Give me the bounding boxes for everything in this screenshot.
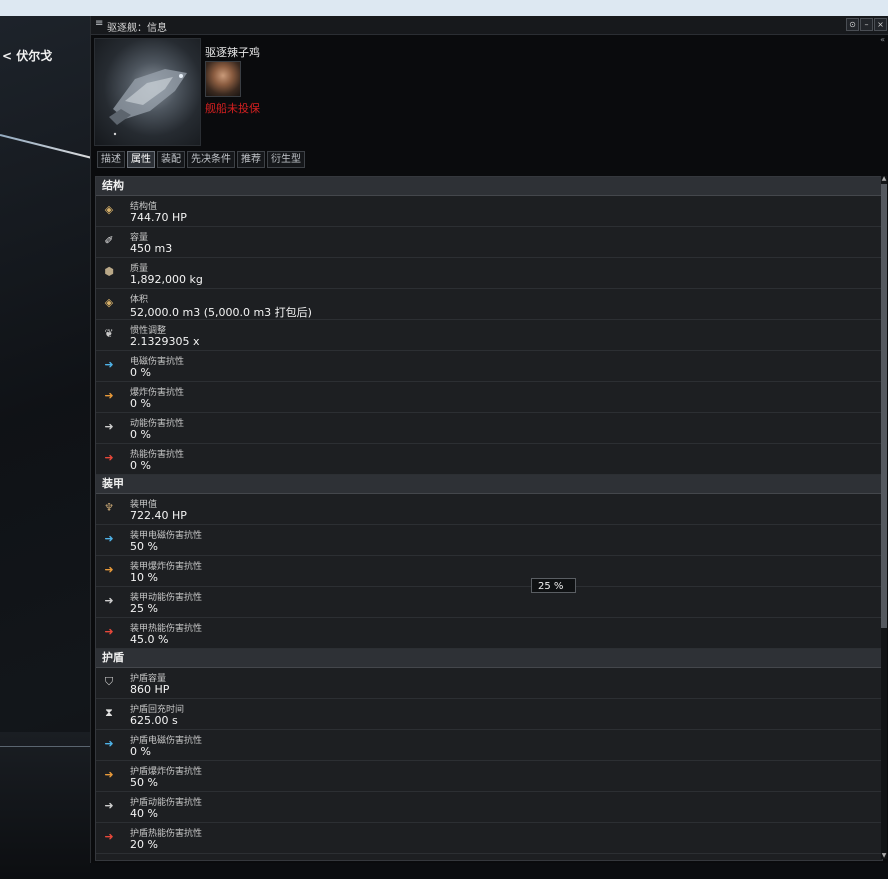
attribute-row[interactable]: ➜ 爆炸伤害抗性 0 % xyxy=(96,382,882,413)
attribute-row[interactable]: ◈ 体积 52,000.0 m3 (5,000.0 m3 打包后) xyxy=(96,289,882,320)
scroll-thumb[interactable] xyxy=(881,184,887,628)
tab-variations[interactable]: 衍生型 xyxy=(267,151,305,168)
attribute-value: 860 HP xyxy=(130,683,170,696)
minimize-button[interactable]: – xyxy=(860,18,873,31)
attribute-row[interactable]: ➜ 装甲爆炸伤害抗性 10 % xyxy=(96,556,882,587)
shield-explosive-resist-icon: ➜ xyxy=(104,768,114,781)
info-window: ≡ 驱逐舰：信息 ⊙ – × « 驱逐辣子鸡 舰船未投保 描述 属性 装配 先决… xyxy=(90,16,888,863)
tab-fitting[interactable]: 装配 xyxy=(157,151,185,168)
attribute-row[interactable]: ♆ 装甲值 722.40 HP xyxy=(96,494,882,525)
section-header-armor[interactable]: 装甲 xyxy=(96,475,882,494)
ship-name: 驱逐辣子鸡 xyxy=(205,46,260,59)
attribute-value: 52,000.0 m3 (5,000.0 m3 打包后) xyxy=(130,306,312,319)
attribute-value: 25 % xyxy=(130,602,158,615)
tab-requirements[interactable]: 先决条件 xyxy=(187,151,235,168)
window-controls: ⊙ – × xyxy=(846,18,887,31)
attribute-row[interactable]: ➜ 护盾热能伤害抗性 20 % xyxy=(96,823,882,854)
shield-capacity-icon: ⛉ xyxy=(104,675,114,688)
attribute-row[interactable]: ◈ 结构值 744.70 HP xyxy=(96,196,882,227)
attribute-value: 50 % xyxy=(130,776,158,789)
scroll-down-icon[interactable]: ▼ xyxy=(881,853,887,859)
attribute-value: 0 % xyxy=(130,366,151,379)
inertia-icon: ❦ xyxy=(104,327,114,340)
attribute-value: 2.1329305 x xyxy=(130,335,200,348)
attribute-row[interactable]: ➜ 护盾动能伤害抗性 40 % xyxy=(96,792,882,823)
capacity-icon: ✐ xyxy=(104,234,114,247)
pin-button[interactable]: ⊙ xyxy=(846,18,859,31)
attribute-value: 744.70 HP xyxy=(130,211,187,224)
window-title: 驱逐舰：信息 xyxy=(107,23,167,34)
attribute-value: 722.40 HP xyxy=(130,509,187,522)
armor-explosive-resist-icon: ➜ xyxy=(104,563,114,576)
armor-em-resist-icon: ➜ xyxy=(104,532,114,545)
back-to-region-link[interactable]: < 伏尔戈 xyxy=(2,47,52,64)
attribute-value: 0 % xyxy=(130,397,151,410)
value-tooltip: 25 % xyxy=(531,578,576,593)
attribute-row[interactable]: ➜ 装甲电磁伤害抗性 50 % xyxy=(96,525,882,556)
collapse-icon[interactable]: « xyxy=(880,35,885,44)
attribute-row[interactable]: ➜ 电磁伤害抗性 0 % xyxy=(96,351,882,382)
attribute-row[interactable]: ➜ 装甲动能伤害抗性 25 % xyxy=(96,587,882,618)
mass-icon: ⬢ xyxy=(104,265,114,278)
attribute-value: 625.00 s xyxy=(130,714,178,727)
background-floor xyxy=(0,732,90,879)
explosive-resist-icon: ➜ xyxy=(104,389,114,402)
attribute-value: 450 m3 xyxy=(130,242,173,255)
volume-icon: ◈ xyxy=(104,296,114,309)
armor-kinetic-resist-icon: ➜ xyxy=(104,594,114,607)
attributes-list[interactable]: 结构 ◈ 结构值 744.70 HP ✐ 容量 450 m3 ⬢ 质量 1,892,000 kg ◈… xyxy=(95,176,883,861)
shield-thermal-resist-icon: ➜ xyxy=(104,830,114,843)
tab-description[interactable]: 描述 xyxy=(97,151,125,168)
attribute-row[interactable]: ➜ 热能伤害抗性 0 % xyxy=(96,444,882,475)
section-header-shield[interactable]: 护盾 xyxy=(96,649,882,668)
kinetic-resist-icon: ➜ xyxy=(104,420,114,433)
attribute-row[interactable]: ➜ 护盾电磁伤害抗性 0 % xyxy=(96,730,882,761)
attribute-value: 0 % xyxy=(130,745,151,758)
attributes-scrollbar[interactable]: ▲ ▼ xyxy=(881,176,887,859)
section-header-structure[interactable]: 结构 xyxy=(96,177,882,196)
armor-hp-icon: ♆ xyxy=(104,501,114,514)
insurance-status: 舰船未投保 xyxy=(205,102,260,115)
attribute-row[interactable]: ✐ 容量 450 m3 xyxy=(96,227,882,258)
shield-recharge-icon: ⧗ xyxy=(105,706,113,719)
ship-render-icon xyxy=(109,69,187,136)
scroll-up-icon[interactable]: ▲ xyxy=(881,176,887,182)
background-light-beam xyxy=(0,134,93,159)
shield-kinetic-resist-icon: ➜ xyxy=(104,799,114,812)
window-titlebar[interactable]: ≡ 驱逐舰：信息 ⊙ – × xyxy=(91,16,888,35)
attribute-value: 0 % xyxy=(130,428,151,441)
attribute-row[interactable]: ➜ 装甲热能伤害抗性 45.0 % xyxy=(96,618,882,649)
armor-thermal-resist-icon: ➜ xyxy=(104,625,114,638)
structure-hp-icon: ◈ xyxy=(104,203,114,216)
attribute-row[interactable]: ➜ 动能伤害抗性 0 % xyxy=(96,413,882,444)
attribute-row[interactable]: ⬢ 质量 1,892,000 kg xyxy=(96,258,882,289)
shield-em-resist-icon: ➜ xyxy=(104,737,114,750)
ship-image[interactable] xyxy=(94,38,201,146)
attribute-value: 50 % xyxy=(130,540,158,553)
thermal-resist-icon: ➜ xyxy=(104,451,114,464)
window-menu-icon[interactable]: ≡ xyxy=(95,18,103,29)
tab-attributes[interactable]: 属性 xyxy=(127,151,155,168)
attribute-row[interactable]: ⛉ 护盾容量 860 HP xyxy=(96,668,882,699)
pilot-portrait[interactable] xyxy=(205,61,241,97)
attribute-value: 10 % xyxy=(130,571,158,584)
attribute-row[interactable]: ⧗ 护盾回充时间 625.00 s xyxy=(96,699,882,730)
close-button[interactable]: × xyxy=(874,18,887,31)
tab-recommended[interactable]: 推荐 xyxy=(237,151,265,168)
attribute-value: 45.0 % xyxy=(130,633,169,646)
em-resist-icon: ➜ xyxy=(104,358,114,371)
attribute-value: 1,892,000 kg xyxy=(130,273,203,286)
attribute-value: 0 % xyxy=(130,459,151,472)
background-line xyxy=(0,746,90,747)
info-tabs: 描述 属性 装配 先决条件 推荐 衍生型 xyxy=(97,151,305,168)
attribute-row[interactable]: ➜ 护盾爆炸伤害抗性 50 % xyxy=(96,761,882,792)
attribute-value: 20 % xyxy=(130,838,158,851)
top-strip xyxy=(0,0,888,16)
attribute-row[interactable]: ❦ 惯性调整 2.1329305 x xyxy=(96,320,882,351)
attribute-value: 40 % xyxy=(130,807,158,820)
